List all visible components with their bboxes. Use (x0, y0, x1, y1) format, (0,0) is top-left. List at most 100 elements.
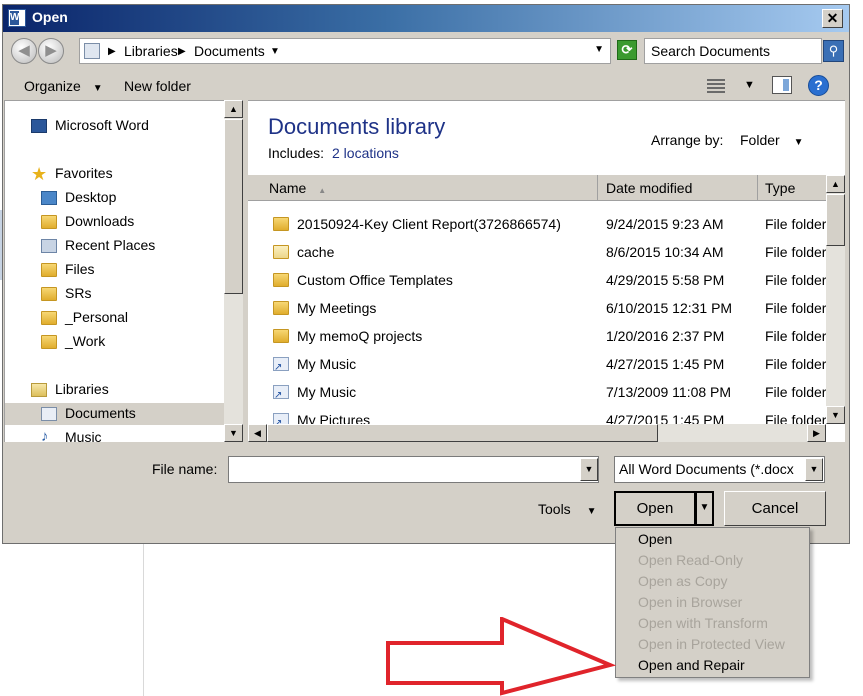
nav-item-recent-places[interactable]: Recent Places (5, 235, 224, 257)
preview-pane-icon[interactable] (772, 76, 792, 94)
folder-icon (41, 335, 57, 349)
file-name: My Meetings (297, 300, 377, 316)
breadcrumb[interactable]: ▶ Libraries ▶ Documents ▼ ▼ (79, 38, 611, 64)
scrollbar-thumb[interactable] (224, 119, 243, 294)
cancel-button[interactable]: Cancel (724, 491, 826, 526)
chevron-down-icon[interactable]: ▼ (270, 46, 280, 57)
file-row[interactable]: My memoQ projects 1/20/2016 2:37 PM File… (248, 323, 826, 351)
back-button[interactable]: ◀ (11, 38, 37, 64)
file-row[interactable]: Custom Office Templates 4/29/2015 5:58 P… (248, 267, 826, 295)
folder-icon (273, 273, 289, 287)
command-toolbar: Organize ▼ New folder ▼ ? (3, 66, 849, 104)
nav-item-music[interactable]: ♪ Music (5, 427, 224, 442)
chevron-down-icon[interactable]: ▼ (805, 458, 823, 481)
folder-icon (273, 329, 289, 343)
file-date: 7/13/2009 11:08 PM (606, 384, 732, 400)
file-row[interactable]: My Music 7/13/2009 11:08 PM File folder (248, 379, 826, 407)
nav-item-files[interactable]: Files (5, 259, 224, 281)
file-type-filter[interactable]: All Word Documents (*.docx (614, 456, 825, 483)
annotation-arrow-icon (386, 617, 616, 696)
chevron-down-icon: ▼ (793, 137, 804, 148)
chevron-down-icon: ▼ (92, 83, 103, 94)
file-row[interactable]: My Meetings 6/10/2015 12:31 PM File fold… (248, 295, 826, 323)
scrollbar-thumb[interactable] (826, 194, 845, 246)
folder-icon (273, 245, 289, 259)
nav-item-label: Desktop (65, 189, 117, 205)
library-locations-link[interactable]: 2 locations (332, 145, 399, 161)
nav-item-libraries[interactable]: Libraries (5, 379, 224, 401)
chevron-down-icon[interactable]: ▼ (580, 458, 598, 481)
scroll-up-icon[interactable]: ▲ (224, 100, 243, 118)
recent-places-icon (41, 239, 57, 253)
organize-button[interactable]: Organize ▼ (24, 78, 103, 94)
nav-item-documents[interactable]: Documents (5, 403, 224, 425)
file-date: 8/6/2015 10:34 AM (606, 244, 724, 260)
folder-icon (41, 311, 57, 325)
search-input[interactable]: Search Documents (644, 38, 822, 64)
breadcrumb-libraries[interactable]: Libraries (124, 43, 178, 59)
scroll-left-icon[interactable]: ◀ (248, 424, 267, 442)
search-icon[interactable]: ⚲ (823, 40, 844, 62)
menu-item-open[interactable]: Open (638, 531, 672, 551)
views-icon[interactable] (707, 77, 725, 93)
file-type: File folder (765, 216, 827, 232)
libraries-icon (84, 43, 100, 59)
nav-item-label: Libraries (55, 381, 109, 397)
file-name: My memoQ projects (297, 328, 423, 344)
open-split-dropdown[interactable]: ▼ (695, 491, 714, 526)
arrow-shape (386, 617, 616, 696)
title-bar[interactable]: W Open ✕ (3, 5, 849, 32)
tools-label: Tools (538, 501, 571, 517)
nav-item-label: SRs (65, 285, 92, 301)
file-row[interactable]: My Music 4/27/2015 1:45 PM File folder (248, 351, 826, 379)
word-icon: W (8, 9, 26, 27)
libraries-icon (31, 383, 47, 397)
column-type[interactable]: Type (758, 175, 828, 201)
scroll-right-icon[interactable]: ▶ (807, 424, 826, 442)
file-type: File folder (765, 356, 827, 372)
forward-button[interactable]: ▶ (38, 38, 64, 64)
chevron-right-icon[interactable]: ▶ (178, 46, 186, 57)
breadcrumb-documents[interactable]: Documents (194, 43, 265, 59)
nav-item-srs[interactable]: SRs (5, 283, 224, 305)
nav-item-label: Documents (65, 405, 136, 421)
help-icon[interactable]: ? (808, 75, 829, 96)
chevron-right-icon[interactable]: ▶ (108, 46, 116, 57)
sort-ascending-icon: ▲ (318, 186, 327, 195)
scroll-up-icon[interactable]: ▲ (826, 175, 845, 193)
file-type: File folder (765, 328, 827, 344)
column-name[interactable]: Name ▲ (248, 175, 598, 201)
chevron-down-icon[interactable]: ▼ (594, 44, 604, 55)
music-icon: ♪ (41, 428, 49, 442)
nav-item-favorites[interactable]: ★ Favorites (5, 163, 224, 185)
file-row[interactable]: 20150924-Key Client Report(3726866574) 9… (248, 211, 826, 239)
arrange-by-dropdown[interactable]: Folder ▼ (740, 132, 803, 148)
background-divider (143, 540, 144, 696)
nav-item-personal[interactable]: _Personal (5, 307, 224, 329)
refresh-button[interactable]: ⟳ (617, 40, 637, 60)
tools-button[interactable]: Tools ▼ (538, 501, 596, 517)
new-folder-button[interactable]: New folder (124, 78, 191, 94)
nav-item-desktop[interactable]: Desktop (5, 187, 224, 209)
file-list-horizontal-scrollbar[interactable]: ◀ ▶ (248, 424, 826, 442)
menu-item-open-and-repair[interactable]: Open and Repair (638, 657, 745, 677)
menu-item-label: Open Read-Only (638, 552, 744, 568)
file-row[interactable]: cache 8/6/2015 10:34 AM File folder (248, 239, 826, 267)
scrollbar-thumb[interactable] (267, 424, 658, 442)
scroll-down-icon[interactable]: ▼ (224, 424, 243, 442)
open-button[interactable]: Open (614, 491, 696, 526)
nav-item-work[interactable]: _Work (5, 331, 224, 353)
nav-item-downloads[interactable]: Downloads (5, 211, 224, 233)
file-list-vertical-scrollbar[interactable]: ▲ ▼ (826, 175, 845, 424)
dialog-title: Open (32, 9, 68, 25)
menu-item-label: Open in Protected View (638, 636, 785, 652)
nav-scrollbar[interactable]: ▲ ▼ (224, 100, 243, 442)
close-button[interactable]: ✕ (822, 9, 843, 28)
scroll-down-icon[interactable]: ▼ (826, 406, 845, 424)
menu-item-label: Open with Transform (638, 615, 768, 631)
nav-item-microsoft-word[interactable]: Microsoft Word (5, 115, 224, 137)
column-date-modified[interactable]: Date modified (598, 175, 758, 201)
chevron-down-icon[interactable]: ▼ (744, 79, 755, 91)
file-type: File folder (765, 384, 827, 400)
file-name-input[interactable] (228, 456, 599, 483)
